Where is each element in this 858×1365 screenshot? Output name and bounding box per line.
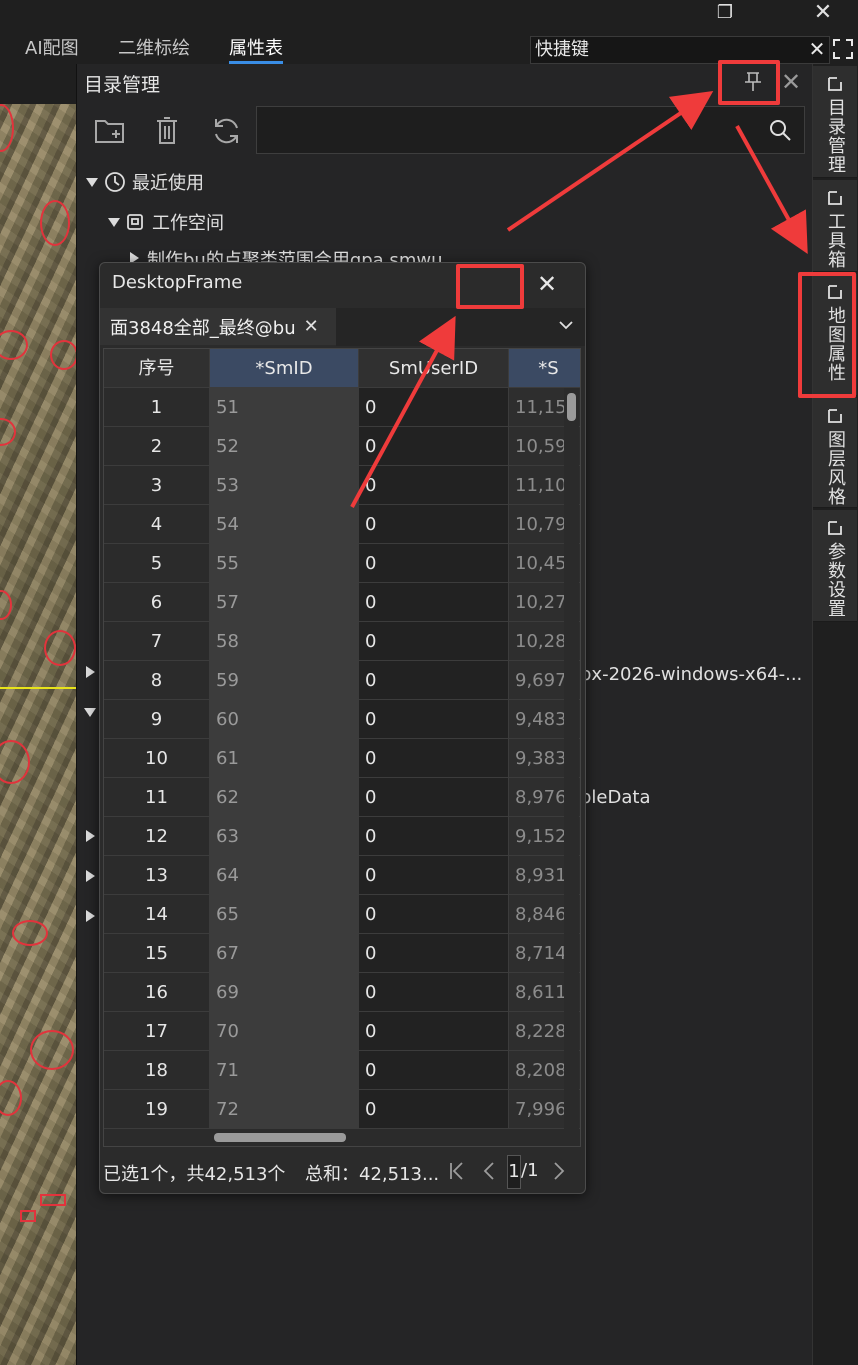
annotation-arrows <box>350 91 808 508</box>
arrow-to-pin <box>506 91 714 232</box>
arrow-to-map-properties <box>735 125 808 255</box>
arrow-to-frame-title <box>350 315 456 508</box>
